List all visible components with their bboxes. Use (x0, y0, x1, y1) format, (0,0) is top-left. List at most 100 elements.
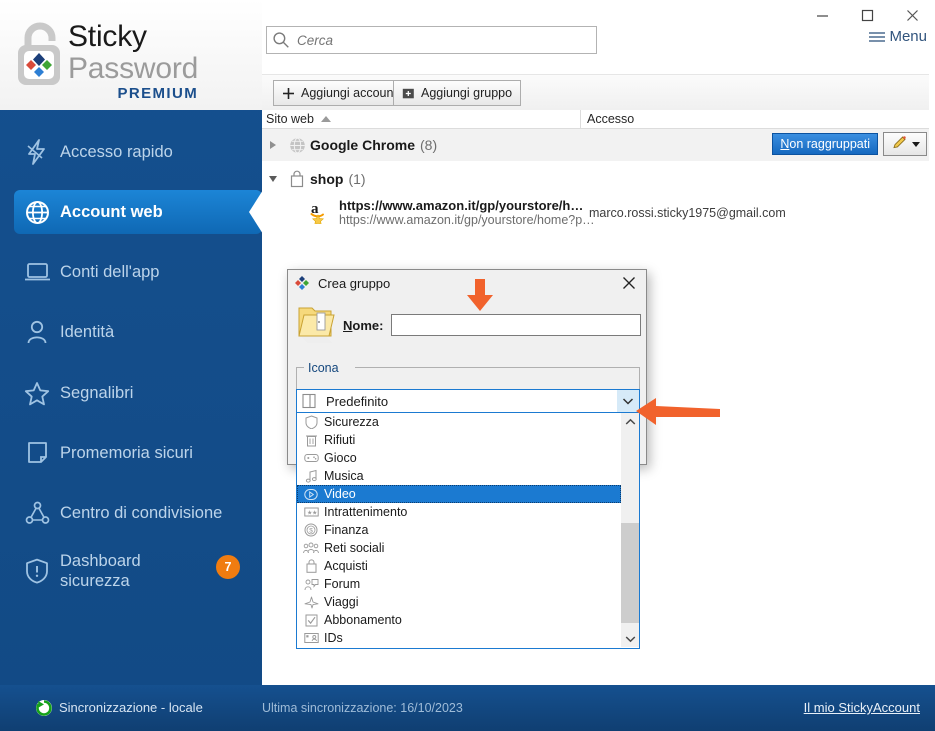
chevron-up-icon[interactable] (621, 413, 639, 430)
group-name: Google Chrome (310, 137, 416, 153)
menu-button[interactable]: Menu (868, 28, 927, 45)
brand-logo-area: Sticky Password PREMIUM (0, 0, 262, 110)
dropdown-option-rifiuti[interactable]: Rifiuti (297, 431, 621, 449)
sidebar-item-label: Centro di condivisione (60, 503, 223, 522)
default-folder-icon (302, 393, 320, 409)
chevron-down-icon[interactable] (617, 390, 639, 412)
active-indicator-notch (249, 190, 263, 234)
sidebar-item-accesso-rapido[interactable]: Accesso rapido (14, 130, 262, 174)
dialog-titlebar: Crea gruppo (288, 270, 646, 296)
sticky-account-link[interactable]: Il mio StickyAccount (804, 700, 920, 715)
expand-toggle-icon[interactable] (262, 129, 284, 161)
ungrouped-badge-accesskey: N (780, 137, 790, 151)
scrollbar-thumb[interactable] (621, 523, 639, 623)
entry-title: https://www.amazon.it/gp/yourstore/h… (339, 198, 584, 213)
person-icon (14, 310, 60, 354)
column-header-access[interactable]: Accesso (587, 112, 634, 126)
share-icon (14, 491, 60, 535)
bag-icon (302, 558, 320, 574)
dropdown-option-label: IDs (324, 631, 343, 645)
add-account-button[interactable]: Aggiungi account (273, 80, 406, 106)
sidebar-item-segnalibri[interactable]: Segnalibri (14, 371, 262, 415)
ungrouped-badge-label: on raggruppati (789, 137, 870, 151)
list-item[interactable]: a https://www.amazon.it/gp/yourstore/h… … (262, 193, 935, 233)
maximize-button[interactable] (845, 0, 890, 30)
dropdown-option-label: Forum (324, 577, 361, 591)
dropdown-option-video[interactable]: Video (297, 485, 621, 503)
padlock-logo-icon (14, 20, 66, 88)
sidebar-item-label: Segnalibri (60, 383, 134, 402)
search-box[interactable] (266, 26, 597, 54)
sort-ascending-icon (320, 116, 331, 122)
sidebar-item-centro-di-condivisione[interactable]: Centro di condivisione (14, 491, 262, 535)
sidebar-item-label: Promemoria sicuri (60, 443, 193, 462)
dropdown-option-acquisti[interactable]: Acquisti (297, 557, 621, 575)
sidebar-item-promemoria-sicuri[interactable]: Promemoria sicuri (14, 431, 262, 475)
airplane-icon (302, 594, 320, 610)
minimize-button[interactable] (800, 0, 845, 30)
coin-icon: $ (302, 522, 320, 538)
name-input[interactable] (391, 314, 641, 336)
icona-groupbox-legend: Icona (304, 361, 343, 375)
open-folder-icon (296, 302, 338, 346)
ticket-icon: ★ ★ (302, 504, 320, 520)
window-titlebar: Menu (262, 0, 935, 74)
dropdown-option-label: Musica (324, 469, 364, 483)
search-input[interactable] (292, 31, 596, 49)
entry-login: marco.rossi.sticky1975@gmail.com (589, 206, 786, 220)
amazon-favicon: a (310, 200, 332, 226)
dropdown-option-sicurezza[interactable]: Sicurezza (297, 413, 621, 431)
add-group-label: Aggiungi gruppo (421, 86, 513, 100)
play-circle-icon (302, 486, 320, 502)
chevron-down-icon[interactable] (621, 630, 639, 647)
dropdown-option-ids[interactable]: IDs (297, 629, 621, 647)
column-header-site[interactable]: Sito web (266, 112, 331, 126)
lightning-icon (14, 130, 60, 174)
edit-dropdown-button[interactable] (883, 132, 927, 156)
dropdown-option-musica[interactable]: Musica (297, 467, 621, 485)
plus-icon (282, 87, 295, 100)
table-row[interactable]: shop (1) (262, 163, 935, 195)
content-toolbar: Aggiungi account Aggiungi gruppo (262, 74, 935, 110)
table-row[interactable]: Google Chrome (8) Non raggruppati (262, 129, 935, 161)
collapse-toggle-icon[interactable] (262, 163, 284, 195)
add-group-button[interactable]: Aggiungi gruppo (393, 80, 522, 106)
dropdown-option-reti-sociali[interactable]: Reti sociali (297, 539, 621, 557)
dropdown-option-intrattenimento[interactable]: ★ ★ Intrattenimento (297, 503, 621, 521)
bag-icon (284, 170, 310, 188)
dropdown-option-label: Video (324, 487, 356, 501)
icon-combobox[interactable]: Predefinito (296, 389, 640, 413)
add-group-icon (402, 87, 415, 100)
hamburger-icon (868, 29, 887, 45)
brand-line2: Password (68, 52, 199, 85)
sidebar-item-dashboard-sicurezza[interactable]: Dashboard sicurezza 7 (14, 545, 262, 597)
dropdown-option-gioco[interactable]: Gioco (297, 449, 621, 467)
sidebar-item-account-web[interactable]: Account web (14, 190, 263, 234)
dropdown-option-finanza[interactable]: $ Finanza (297, 521, 621, 539)
globe-gray-icon (284, 137, 310, 154)
dropdown-option-abbonamento[interactable]: Abbonamento (297, 611, 621, 629)
icon-combobox-dropdown[interactable]: Sicurezza Rifiuti Gioco Musica Video ★ ★… (296, 413, 640, 649)
sidebar-item-conti-dell-app[interactable]: Conti dell'app (14, 250, 262, 294)
dropdown-scrollbar[interactable] (621, 413, 639, 647)
column-header-site-label: Sito web (266, 112, 314, 126)
sync-icon (35, 699, 53, 717)
sidebar-item-identita[interactable]: Identità (14, 310, 262, 354)
column-header-access-label: Accesso (587, 112, 635, 126)
music-note-icon (302, 468, 320, 484)
people-icon (302, 540, 320, 556)
dialog-close-button[interactable] (612, 270, 646, 296)
ungrouped-badge[interactable]: Non raggruppati (772, 133, 878, 155)
dropdown-option-forum[interactable]: Forum (297, 575, 621, 593)
dropdown-option-label: Intrattenimento (324, 505, 408, 519)
sync-status-label: Sincronizzazione - locale (59, 700, 203, 715)
column-divider[interactable] (580, 110, 581, 129)
shield-alert-icon (14, 545, 60, 597)
shield-icon (302, 414, 320, 430)
person-chat-icon (302, 576, 320, 592)
group-count: (1) (348, 171, 366, 187)
dropdown-option-label: Abbonamento (324, 613, 402, 627)
dropdown-option-viaggi[interactable]: Viaggi (297, 593, 621, 611)
dropdown-option-label: Acquisti (324, 559, 368, 573)
name-label-accesskey: N (343, 318, 353, 333)
